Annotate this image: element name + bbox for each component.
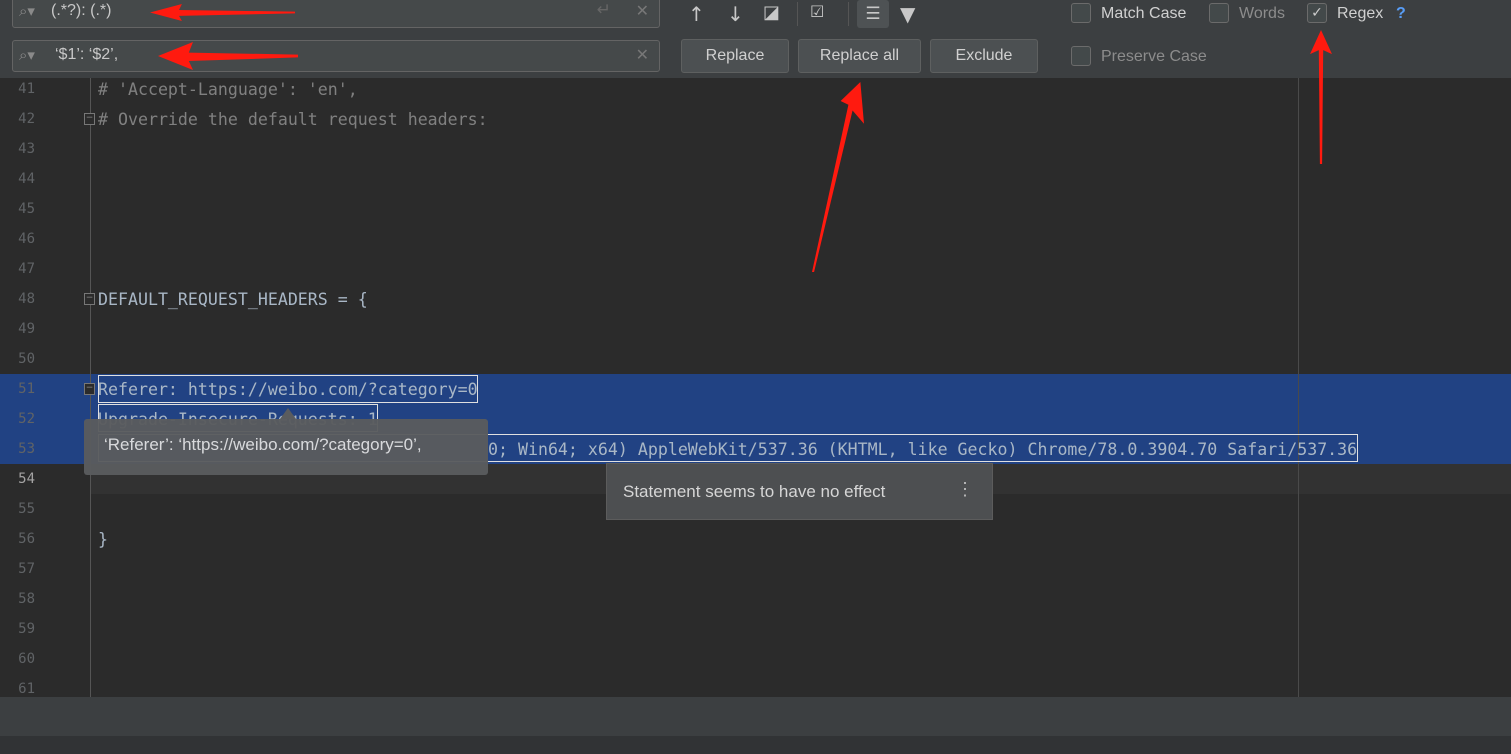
line-number: 42: [18, 111, 35, 127]
next-occurrence-icon[interactable]: ↓: [727, 2, 744, 26]
tooltip-pointer: [280, 408, 296, 419]
inspection-popup: Statement seems to have no effect ⋮: [606, 463, 993, 520]
regex-help-link[interactable]: ?: [1396, 5, 1406, 23]
fold-icon[interactable]: −: [84, 383, 95, 395]
code-line: # Override the default request headers:: [98, 110, 488, 129]
line-number: 56: [18, 531, 35, 547]
annotation-arrow: [1310, 30, 1332, 164]
inspection-message: Statement seems to have no effect: [623, 482, 886, 501]
line-number: 53: [18, 441, 35, 457]
bottom-strip: [0, 736, 1511, 754]
line-number: 41: [18, 81, 35, 97]
line-number: 49: [18, 321, 35, 337]
previous-occurrence-icon[interactable]: ↑: [688, 2, 705, 26]
search-history-icon[interactable]: ⌕▾: [19, 2, 35, 20]
line-number: 43: [18, 141, 35, 157]
code-line: }: [98, 530, 108, 549]
replace-input[interactable]: ‘$1’: ‘$2’,: [55, 46, 118, 64]
replacement-preview-tooltip: ‘Referer’: ‘https://weibo.com/?category=…: [84, 419, 488, 475]
divider: [797, 2, 798, 26]
replace-field[interactable]: ⌕▾ ‘$1’: ‘$2’, ✕: [12, 40, 660, 72]
match-case-label[interactable]: Match Case: [1101, 5, 1186, 23]
match-box: [98, 375, 478, 403]
status-bar: [0, 697, 1511, 736]
line-number: 44: [18, 171, 35, 187]
divider: [848, 2, 849, 26]
search-input[interactable]: (.*?): (.*): [51, 2, 111, 20]
preserve-case-checkbox[interactable]: [1071, 46, 1091, 66]
code-line: # 'Accept-Language': 'en',: [98, 80, 358, 99]
code-line: DEFAULT_REQUEST_HEADERS = {: [98, 290, 368, 309]
filter-search-results-icon[interactable]: ☰: [857, 0, 889, 28]
preserve-case-label[interactable]: Preserve Case: [1101, 48, 1207, 66]
clear-replace-icon[interactable]: ✕: [636, 45, 649, 64]
line-number: 55: [18, 501, 35, 517]
line-number: 51: [18, 381, 35, 397]
line-number: 61: [18, 681, 35, 697]
line-number: 54: [18, 471, 35, 487]
replace-button[interactable]: Replace: [681, 39, 789, 73]
filter-icon[interactable]: ▼: [900, 2, 915, 26]
line-number: 48: [18, 291, 35, 307]
regex-label[interactable]: Regex: [1337, 5, 1383, 23]
line-number: 59: [18, 621, 35, 637]
line-number: 52: [18, 411, 35, 427]
line-number: 58: [18, 591, 35, 607]
line-number: 50: [18, 351, 35, 367]
line-number: 60: [18, 651, 35, 667]
right-margin-guide: [1298, 78, 1299, 698]
replace-all-button[interactable]: Replace all: [798, 39, 921, 73]
exclude-button[interactable]: Exclude: [930, 39, 1038, 73]
regex-checkbox[interactable]: ✓: [1307, 3, 1327, 23]
line-number: 45: [18, 201, 35, 217]
match-case-checkbox[interactable]: [1071, 3, 1091, 23]
clear-search-icon[interactable]: ✕: [636, 1, 649, 20]
more-actions-icon[interactable]: ⋮: [956, 479, 974, 500]
fold-icon[interactable]: −: [84, 293, 95, 305]
select-all-occurrences-icon[interactable]: ◪: [763, 2, 780, 23]
words-label[interactable]: Words: [1239, 5, 1285, 23]
new-line-icon[interactable]: ↵: [597, 0, 611, 20]
annotation-arrow: [812, 82, 864, 272]
line-number: 57: [18, 561, 35, 577]
words-checkbox[interactable]: [1209, 3, 1229, 23]
replace-history-icon[interactable]: ⌕▾: [19, 46, 35, 64]
in-selection-icon[interactable]: ☑: [810, 2, 824, 21]
search-field[interactable]: ⌕▾ (.*?): (.*) ↵ ✕: [12, 0, 660, 28]
line-number: 47: [18, 261, 35, 277]
line-number: 46: [18, 231, 35, 247]
fold-icon[interactable]: −: [84, 113, 95, 125]
